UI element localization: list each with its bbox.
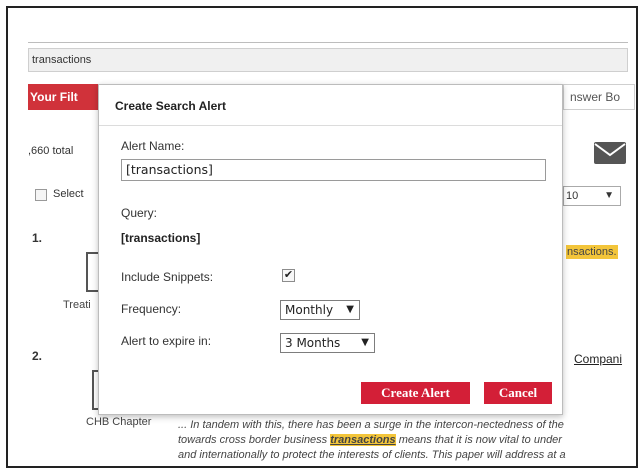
result-number: 1. bbox=[32, 231, 43, 245]
divider bbox=[28, 42, 628, 43]
email-icon[interactable] bbox=[593, 141, 627, 165]
frequency-label: Frequency: bbox=[121, 302, 182, 316]
alert-name-input[interactable]: [transactions] bbox=[121, 159, 546, 181]
dialog-divider bbox=[99, 125, 562, 126]
highlighted-term: nsactions. bbox=[566, 245, 618, 259]
snippet-text: towards cross border business bbox=[178, 434, 331, 446]
result-title-link[interactable]: Compani bbox=[574, 352, 622, 366]
cancel-button[interactable]: Cancel bbox=[484, 382, 552, 404]
result-type: CHB Chapter bbox=[86, 416, 152, 428]
snippet-line: towards cross border business transactio… bbox=[178, 433, 636, 448]
result-snippet: ... In tandem with this, there has been … bbox=[178, 418, 636, 463]
query-label: Query: bbox=[121, 206, 158, 220]
dialog-title: Create Search Alert bbox=[115, 99, 226, 113]
result-type: Treati bbox=[63, 299, 91, 311]
answer-box-button[interactable]: nswer Bo bbox=[563, 84, 635, 110]
per-page-value: 10 bbox=[566, 190, 579, 202]
chevron-down-icon: ▼ bbox=[361, 337, 369, 348]
select-all-checkbox[interactable] bbox=[35, 189, 47, 201]
expire-select[interactable]: 3 Months ▼ bbox=[280, 333, 375, 353]
include-snippets-label: Include Snippets: bbox=[121, 270, 214, 284]
create-alert-button[interactable]: Create Alert bbox=[361, 382, 470, 404]
expire-label: Alert to expire in: bbox=[121, 334, 212, 348]
checkmark-icon: ✔ bbox=[283, 269, 294, 281]
include-snippets-checkbox[interactable]: ✔ bbox=[282, 269, 295, 282]
frequency-value: Monthly bbox=[285, 303, 334, 317]
expire-value: 3 Months bbox=[285, 336, 341, 350]
snippet-text: means that it is now vital to under bbox=[395, 434, 562, 446]
query-value: [transactions] bbox=[121, 231, 201, 245]
alert-name-label: Alert Name: bbox=[121, 139, 185, 153]
snippet-line: and internationally to protect the inter… bbox=[178, 449, 566, 461]
snippet-keyword: transactions bbox=[330, 434, 396, 446]
select-all-label: Select bbox=[53, 188, 84, 200]
snippet-line: ... In tandem with this, there has been … bbox=[178, 419, 564, 431]
your-filters-button[interactable]: Your Filt bbox=[28, 84, 98, 110]
frequency-select[interactable]: Monthly ▼ bbox=[280, 300, 360, 320]
search-bar[interactable]: transactions bbox=[28, 48, 628, 72]
chevron-down-icon: ▼ bbox=[604, 190, 614, 201]
total-results-count: ,660 total bbox=[28, 145, 74, 157]
result-number: 2. bbox=[32, 349, 43, 363]
per-page-select[interactable]: 10 ▼ bbox=[563, 186, 621, 206]
chevron-down-icon: ▼ bbox=[346, 304, 354, 315]
create-search-alert-dialog: Create Search Alert Alert Name: [transac… bbox=[98, 84, 563, 415]
window-frame: transactions Your Filt nswer Bo ,660 tot… bbox=[6, 6, 638, 468]
